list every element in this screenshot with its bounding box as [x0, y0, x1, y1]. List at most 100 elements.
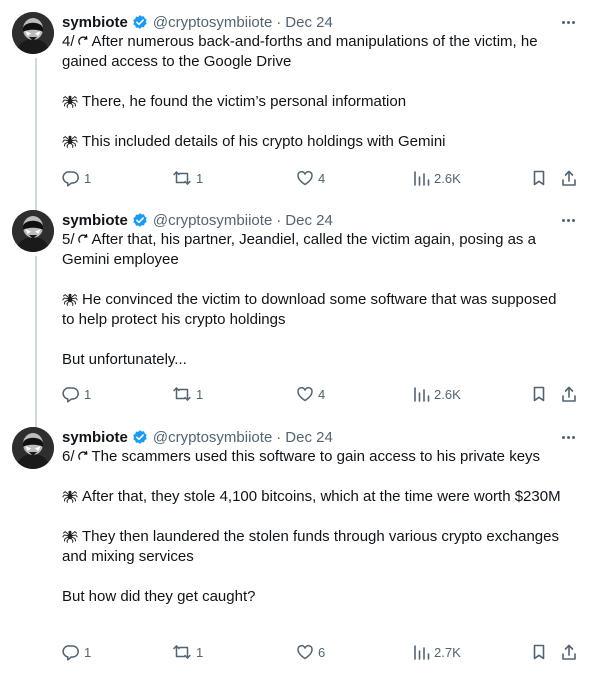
spider-icon: [62, 92, 78, 108]
thread-number: 5/: [62, 231, 75, 248]
share-icon: [560, 643, 578, 661]
bookmark-button[interactable]: [530, 384, 548, 404]
spider-icon: [62, 290, 78, 306]
tweet-text: 6/The scammers used this software to gai…: [62, 447, 562, 607]
separator: ·: [276, 428, 282, 446]
tweet-text: 4/After numerous back-and-forths and man…: [62, 32, 562, 152]
like-count: 4: [318, 386, 326, 402]
reply-count: 1: [84, 170, 92, 186]
tweet-paragraph: 4/After numerous back-and-forths and man…: [62, 32, 562, 72]
share-button[interactable]: [560, 168, 578, 188]
thread-icon: [77, 33, 89, 45]
views-button[interactable]: 2.6K: [412, 384, 461, 404]
spider-icon: [62, 487, 78, 503]
author-name[interactable]: symbiote: [62, 212, 128, 229]
more-icon[interactable]: [559, 429, 577, 445]
reply-button[interactable]: 1: [62, 168, 91, 188]
avatar[interactable]: [12, 210, 54, 252]
reply-button[interactable]: 1: [62, 384, 91, 404]
reply-button[interactable]: 1: [62, 642, 91, 662]
views-icon: [412, 385, 430, 403]
repost-icon: [172, 169, 192, 187]
tweet-header: symbiote @cryptosymbiiote · Dec 24: [62, 210, 333, 230]
repost-button[interactable]: 1: [172, 384, 203, 404]
paragraph-text: After that, his partner, Jeandiel, calle…: [62, 231, 541, 268]
tweet-actions: 1 1 6 2.7K: [62, 642, 582, 662]
tweet-paragraph: They then laundered the stolen funds thr…: [62, 527, 562, 567]
like-button[interactable]: 4: [296, 168, 325, 188]
bookmark-button[interactable]: [530, 642, 548, 662]
views-count: 2.6K: [434, 386, 461, 402]
like-button[interactable]: 6: [296, 642, 325, 662]
tweet-date[interactable]: Dec 24: [285, 212, 333, 229]
author-handle[interactable]: @cryptosymbiiote: [153, 212, 272, 229]
views-count: 2.6K: [434, 170, 461, 186]
views-count: 2.7K: [434, 644, 461, 660]
like-icon: [296, 169, 314, 187]
like-count: 6: [318, 644, 326, 660]
spider-icon: [62, 132, 78, 148]
share-button[interactable]: [560, 642, 578, 662]
verified-badge-icon: [131, 211, 149, 229]
author-name[interactable]: symbiote: [62, 14, 128, 31]
reply-icon: [62, 169, 80, 187]
paragraph-text: There, he found the victim’s personal in…: [82, 93, 407, 110]
verified-badge-icon: [131, 428, 149, 446]
paragraph-text: After numerous back-and-forths and manip…: [62, 33, 542, 70]
reply-count: 1: [84, 386, 92, 402]
paragraph-text: He convinced the victim to download some…: [62, 291, 561, 328]
tweet[interactable]: symbiote @cryptosymbiiote · Dec 24 6/The sca…: [0, 427, 597, 679]
more-icon[interactable]: [559, 212, 577, 228]
like-icon: [296, 643, 314, 661]
paragraph-text: But how did they get caught?: [62, 588, 256, 605]
tweet-date[interactable]: Dec 24: [285, 429, 333, 446]
thread-number: 6/: [62, 448, 75, 465]
paragraph-text: This included details of his crypto hold…: [82, 133, 446, 150]
bookmark-button[interactable]: [530, 168, 548, 188]
repost-icon: [172, 643, 192, 661]
paragraph-text: But unfortunately...: [62, 351, 187, 368]
bookmark-icon: [530, 385, 548, 403]
more-icon[interactable]: [559, 14, 577, 30]
author-name[interactable]: symbiote: [62, 429, 128, 446]
paragraph-text: The scammers used this software to gain …: [91, 448, 541, 465]
views-button[interactable]: 2.7K: [412, 642, 461, 662]
share-button[interactable]: [560, 384, 578, 404]
thread-number: 4/: [62, 33, 75, 50]
tweet-paragraph: But unfortunately...: [62, 350, 562, 370]
tweet[interactable]: symbiote @cryptosymbiiote · Dec 24 5/After t…: [0, 210, 597, 428]
separator: ·: [276, 13, 282, 31]
paragraph-text: After that, they stole 4,100 bitcoins, w…: [82, 488, 561, 505]
thread-connector-line: [35, 256, 37, 428]
tweet-actions: 1 1 4 2.6K: [62, 168, 582, 188]
tweet-paragraph: This included details of his crypto hold…: [62, 132, 562, 152]
repost-button[interactable]: 1: [172, 168, 203, 188]
tweet-text: 5/After that, his partner, Jeandiel, cal…: [62, 230, 562, 370]
repost-count: 1: [196, 386, 204, 402]
tweet-paragraph: He convinced the victim to download some…: [62, 290, 562, 330]
tweet-header: symbiote @cryptosymbiiote · Dec 24: [62, 12, 333, 32]
tweet[interactable]: symbiote @cryptosymbiiote · Dec 24 4/After n…: [0, 12, 597, 212]
reply-icon: [62, 385, 80, 403]
repost-count: 1: [196, 644, 204, 660]
share-icon: [560, 169, 578, 187]
verified-badge-icon: [131, 13, 149, 31]
tweet-paragraph: 5/After that, his partner, Jeandiel, cal…: [62, 230, 562, 270]
repost-count: 1: [196, 170, 204, 186]
author-handle[interactable]: @cryptosymbiiote: [153, 14, 272, 31]
thread-connector-line: [35, 58, 37, 212]
like-button[interactable]: 4: [296, 384, 325, 404]
tweet-date[interactable]: Dec 24: [285, 14, 333, 31]
share-icon: [560, 385, 578, 403]
author-handle[interactable]: @cryptosymbiiote: [153, 429, 272, 446]
like-icon: [296, 385, 314, 403]
views-icon: [412, 169, 430, 187]
avatar[interactable]: [12, 12, 54, 54]
separator: ·: [276, 211, 282, 229]
repost-button[interactable]: 1: [172, 642, 203, 662]
avatar[interactable]: [12, 427, 54, 469]
thread-icon: [77, 448, 89, 460]
tweet-paragraph: 6/The scammers used this software to gai…: [62, 447, 562, 467]
views-button[interactable]: 2.6K: [412, 168, 461, 188]
paragraph-text: They then laundered the stolen funds thr…: [62, 528, 564, 565]
